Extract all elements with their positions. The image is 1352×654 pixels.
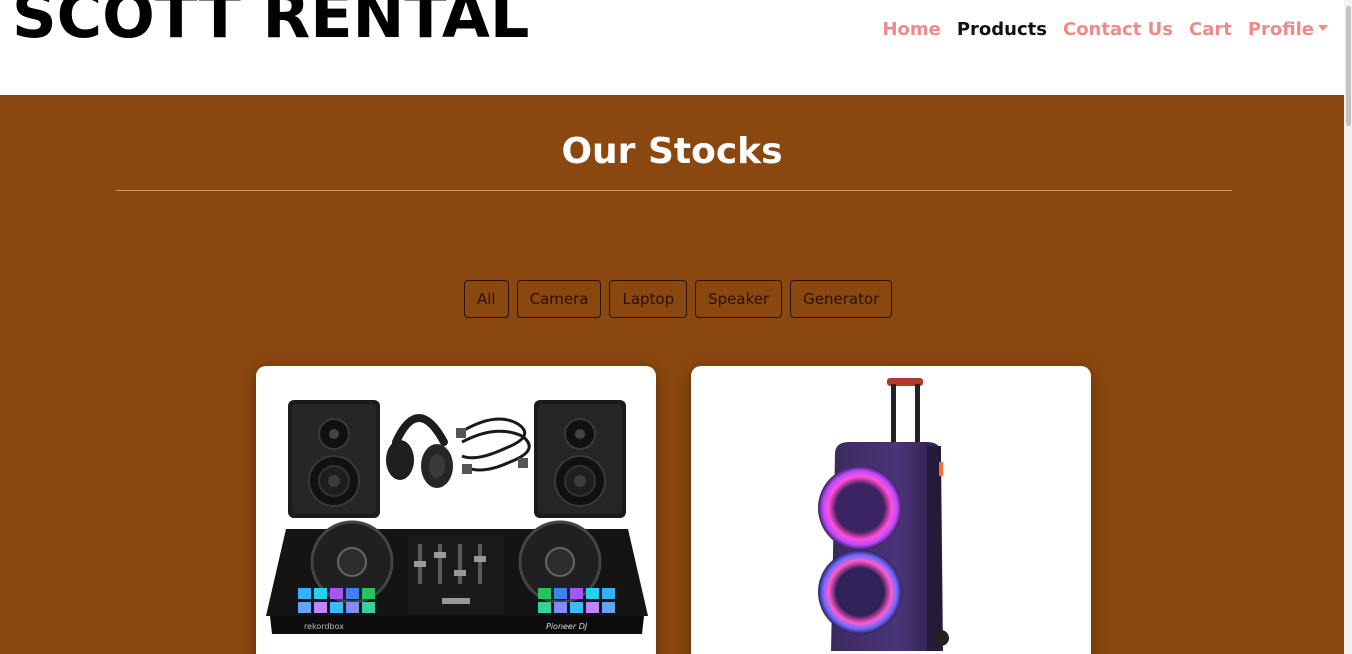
- filter-laptop-button[interactable]: Laptop: [609, 280, 688, 318]
- trolley-handle: [887, 378, 923, 448]
- studio-monitor-right: [534, 400, 626, 518]
- category-filters: All Camera Laptop Speaker Generator: [464, 280, 893, 318]
- nav-profile-dropdown[interactable]: Profile: [1248, 19, 1328, 40]
- speaker-body: [818, 442, 949, 651]
- studio-monitor-left: [288, 400, 380, 518]
- pioneer-dj-label: Pioneer DJ: [546, 622, 588, 631]
- dj-set-image: rekordbox Pioneer DJ: [266, 400, 648, 634]
- filter-camera-button[interactable]: Camera: [516, 280, 602, 318]
- dj-controller: rekordbox Pioneer DJ: [266, 520, 648, 634]
- nav-cart[interactable]: Cart: [1189, 19, 1232, 40]
- filter-speaker-button[interactable]: Speaker: [695, 280, 783, 318]
- nav-links: Home Products Contact Us Cart Profile: [882, 19, 1328, 40]
- product-card[interactable]: [691, 366, 1091, 654]
- section-divider: [116, 190, 1232, 191]
- nav-contact[interactable]: Contact Us: [1063, 19, 1173, 40]
- chevron-down-icon: [1318, 25, 1328, 31]
- nav-profile-label: Profile: [1247, 19, 1314, 40]
- section-title: Our Stocks: [561, 131, 783, 172]
- filter-all-button[interactable]: All: [464, 280, 509, 318]
- nav-products[interactable]: Products: [957, 19, 1047, 40]
- party-speaker-image: [818, 378, 949, 651]
- stocks-section: Our Stocks All Camera Laptop Speaker Gen…: [0, 95, 1344, 654]
- rekordbox-label: rekordbox: [304, 622, 344, 631]
- filter-generator-button[interactable]: Generator: [790, 280, 893, 318]
- product-card[interactable]: rekordbox Pioneer DJ: [256, 366, 656, 654]
- page-scrollbar[interactable]: [1344, 0, 1352, 654]
- headphones: [386, 414, 453, 488]
- nav-home[interactable]: Home: [882, 19, 940, 40]
- brand-logo[interactable]: SCOTT RENTAL: [12, 0, 529, 50]
- navbar: SCOTT RENTAL Home Products Contact Us Ca…: [0, 0, 1352, 95]
- scrollbar-thumb[interactable]: [1346, 6, 1351, 126]
- xlr-cables: [456, 417, 531, 474]
